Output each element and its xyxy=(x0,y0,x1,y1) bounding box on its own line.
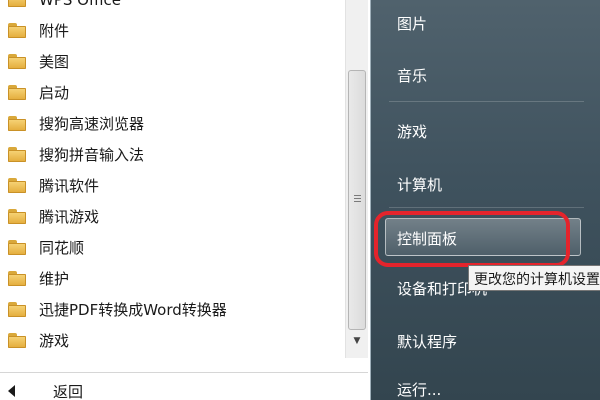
folder-icon xyxy=(8,147,26,162)
program-folder-sogou-browser[interactable]: 搜狗高速浏览器 xyxy=(0,108,345,139)
menu-item-default-programs[interactable]: 默认程序 xyxy=(397,331,457,352)
program-list-scrollbar[interactable]: ▼ xyxy=(345,0,368,358)
scrollbar-thumb[interactable] xyxy=(348,70,366,330)
grip-icon xyxy=(354,195,361,204)
program-folder-pdf-converter[interactable]: 迅捷PDF转换成Word转换器 xyxy=(0,294,345,325)
folder-icon xyxy=(8,85,26,100)
folder-icon xyxy=(8,23,26,38)
program-folder-tencent-games[interactable]: 腾讯游戏 xyxy=(0,201,345,232)
program-label: 启动 xyxy=(39,84,70,102)
program-label: 迅捷PDF转换成Word转换器 xyxy=(39,301,227,319)
program-folder-startup[interactable]: 启动 xyxy=(0,77,345,108)
program-label: 同花顺 xyxy=(39,239,85,257)
folder-icon xyxy=(8,116,26,131)
menu-item-run[interactable]: 运行... xyxy=(397,379,441,400)
program-label: 搜狗拼音输入法 xyxy=(39,146,145,164)
program-folder-meitu[interactable]: 美图 xyxy=(0,46,345,77)
program-label: 附件 xyxy=(39,22,70,40)
back-button[interactable]: 返回 xyxy=(8,381,83,400)
folder-icon xyxy=(8,54,26,69)
folder-icon xyxy=(8,178,26,193)
program-label: 搜狗高速浏览器 xyxy=(39,115,145,133)
control-panel-tooltip: 更改您的计算机设置 xyxy=(468,265,600,291)
folder-icon xyxy=(8,271,26,286)
menu-item-music[interactable]: 音乐 xyxy=(397,65,427,86)
scroll-down-arrow-icon[interactable]: ▼ xyxy=(348,332,366,350)
program-label: 腾讯游戏 xyxy=(39,208,100,226)
program-label: WPS Office xyxy=(39,0,121,9)
folder-icon xyxy=(8,333,26,348)
back-arrow-icon xyxy=(8,385,15,397)
folder-icon xyxy=(8,209,26,224)
program-folder-maintenance[interactable]: 维护 xyxy=(0,263,345,294)
program-label: 游戏 xyxy=(39,332,70,350)
folder-icon xyxy=(8,302,26,317)
menu-separator xyxy=(389,207,584,208)
program-folder-tonghuashun[interactable]: 同花顺 xyxy=(0,232,345,263)
menu-item-pictures[interactable]: 图片 xyxy=(397,13,427,34)
folder-icon xyxy=(8,240,26,255)
program-folder-wps-office[interactable]: WPS Office xyxy=(0,0,345,15)
program-label: 腾讯软件 xyxy=(39,177,100,195)
all-programs-pane: WPS Office 附件 美图 启动 搜狗高速浏览器 搜狗拼音输入法 腾讯软件 xyxy=(0,0,370,400)
menu-separator xyxy=(389,101,584,102)
start-menu-right-pane: 图片 音乐 游戏 计算机 控制面板 设备和打印机 默认程序 运行... xyxy=(370,0,600,400)
highlight-annotation-ring xyxy=(374,211,570,267)
menu-item-computer[interactable]: 计算机 xyxy=(397,174,442,195)
program-label: 维护 xyxy=(39,270,70,288)
menu-item-games[interactable]: 游戏 xyxy=(397,121,427,142)
program-label: 美图 xyxy=(39,53,70,71)
program-folder-tencent-software[interactable]: 腾讯软件 xyxy=(0,170,345,201)
back-label: 返回 xyxy=(53,382,84,400)
program-folder-accessories[interactable]: 附件 xyxy=(0,15,345,46)
program-folder-games[interactable]: 游戏 xyxy=(0,325,345,356)
program-folder-sogou-pinyin[interactable]: 搜狗拼音输入法 xyxy=(0,139,345,170)
divider xyxy=(0,372,368,373)
program-list: WPS Office 附件 美图 启动 搜狗高速浏览器 搜狗拼音输入法 腾讯软件 xyxy=(0,0,345,356)
folder-icon xyxy=(8,0,26,7)
